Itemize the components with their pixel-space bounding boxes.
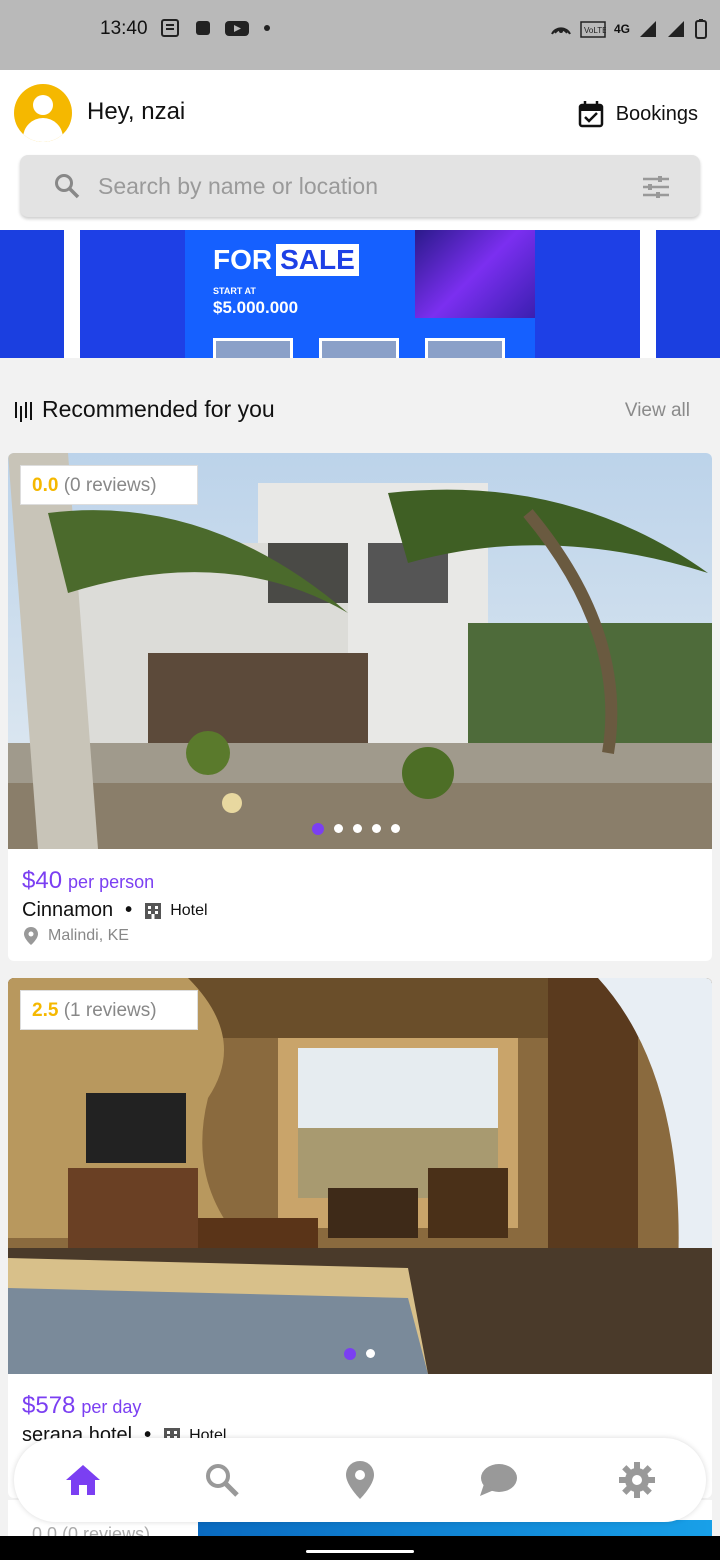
nav-settings[interactable] xyxy=(607,1450,667,1510)
banner-price: $5.000.000 xyxy=(213,298,299,317)
villa-photo xyxy=(8,453,712,849)
signal-icon-2 xyxy=(668,21,684,37)
hotel-icon xyxy=(145,902,162,919)
photo-pagination xyxy=(312,823,400,835)
search-icon xyxy=(55,174,80,199)
search-placeholder: Search by name or location xyxy=(98,173,378,199)
chat-bubble-icon xyxy=(480,1464,518,1496)
nav-search[interactable] xyxy=(192,1450,252,1510)
listing-location: Malindi, KE xyxy=(48,927,129,944)
app-header: Hey, nzai Bookings Search by name or loc… xyxy=(0,70,720,230)
svg-text:VoLTE: VoLTE xyxy=(584,26,606,35)
page-dot-active[interactable] xyxy=(312,823,324,835)
rating-reviews: (1 reviews) xyxy=(63,1000,157,1021)
nav-messages[interactable] xyxy=(468,1450,528,1510)
status-bar: 13:40 VoLTE 4G xyxy=(0,0,720,70)
banner-headline-highlight: SALE xyxy=(276,244,359,276)
signal-icon xyxy=(640,21,656,37)
price-row: $40 per person xyxy=(22,867,154,895)
banner-pool-image xyxy=(415,230,535,318)
listing-type: Hotel xyxy=(144,901,208,920)
page-dot[interactable] xyxy=(366,1349,375,1358)
gear-icon xyxy=(618,1462,655,1498)
banner-left-peek[interactable] xyxy=(0,230,64,358)
nav-home[interactable] xyxy=(53,1450,113,1510)
banner-thumb-2 xyxy=(319,338,399,358)
calendar-check-icon xyxy=(578,101,603,128)
location-pin-icon xyxy=(345,1461,374,1499)
gesture-handle[interactable] xyxy=(306,1550,414,1553)
banner-thumb-3 xyxy=(425,338,505,358)
listing-type-label: Hotel xyxy=(170,901,208,919)
name-row: Cinnamon • Hotel xyxy=(22,899,208,922)
volte-icon: VoLTE xyxy=(580,21,606,38)
page-dot-active[interactable] xyxy=(344,1348,356,1360)
promo-carousel[interactable]: FOR SALE START AT $5.000.000 xyxy=(0,230,720,358)
listing-photo[interactable]: 0.0 (0 reviews) xyxy=(8,453,712,849)
recommended-title: Recommended for you xyxy=(42,396,275,422)
banner-thumb-1 xyxy=(213,338,293,358)
banner-headline-word: FOR xyxy=(213,244,273,275)
banner-main[interactable]: FOR SALE START AT $5.000.000 xyxy=(80,230,640,358)
banner-start-at: START AT xyxy=(213,286,256,296)
nav-map[interactable] xyxy=(330,1450,390,1510)
price-unit: per person xyxy=(68,872,155,892)
news-icon xyxy=(161,19,179,37)
youtube-icon xyxy=(225,21,249,36)
avatar-body xyxy=(23,118,63,142)
notification-icons xyxy=(160,18,272,38)
system-nav-bar xyxy=(0,1536,720,1560)
battery-icon xyxy=(695,19,707,39)
bookings-label: Bookings xyxy=(615,102,698,125)
hotel-room-photo xyxy=(8,978,712,1374)
price-value: $578 xyxy=(22,1392,76,1419)
view-all-link[interactable]: View all xyxy=(625,400,690,422)
price-row: $578 per day xyxy=(22,1392,141,1420)
system-icons: VoLTE 4G xyxy=(550,18,708,40)
bars-icon xyxy=(15,401,32,422)
separator-dot: • xyxy=(125,899,133,921)
search-icon xyxy=(205,1464,239,1497)
banner-headline: FOR SALE xyxy=(213,244,359,276)
banner-right-peek[interactable] xyxy=(656,230,720,358)
bottom-nav xyxy=(14,1438,706,1522)
location-pin-icon xyxy=(24,927,38,945)
home-icon xyxy=(66,1465,101,1495)
rating-score: 2.5 xyxy=(32,1000,59,1021)
hotspot-icon xyxy=(551,27,571,35)
rating-reviews: (0 reviews) xyxy=(63,475,157,496)
page-dot[interactable] xyxy=(334,824,343,833)
page-dot[interactable] xyxy=(353,824,362,833)
network-label: 4G xyxy=(613,22,630,36)
filter-icon[interactable] xyxy=(642,175,670,199)
recommended-heading: Recommended for you xyxy=(14,396,275,423)
location-row: Malindi, KE xyxy=(24,927,129,945)
rating-score: 0.0 xyxy=(32,475,59,496)
avatar[interactable] xyxy=(14,84,72,142)
listing-photo[interactable]: 2.5 (1 reviews) xyxy=(8,978,712,1374)
photo-pagination xyxy=(344,1348,375,1360)
dot-icon xyxy=(264,25,270,31)
listing-name: Cinnamon xyxy=(22,899,114,921)
page-dot[interactable] xyxy=(391,824,400,833)
page-dot[interactable] xyxy=(372,824,381,833)
rating-badge: 2.5 (1 reviews) xyxy=(20,990,198,1030)
price-unit: per day xyxy=(81,1397,142,1417)
rating-badge: 0.0 (0 reviews) xyxy=(20,465,198,505)
listing-card[interactable]: 0.0 (0 reviews) $40 per person Cinnamon •… xyxy=(8,453,712,961)
bookings-button[interactable]: Bookings xyxy=(578,100,698,128)
search-bar[interactable]: Search by name or location xyxy=(20,155,700,217)
greeting-text: Hey, nzai xyxy=(87,98,186,125)
banner-poster: FOR SALE START AT $5.000.000 xyxy=(185,230,535,358)
price-value: $40 xyxy=(22,867,63,894)
listing-card[interactable]: 2.5 (1 reviews) $578 per day serana hotel… xyxy=(8,978,712,1498)
square-icon xyxy=(196,21,210,35)
status-time: 13:40 xyxy=(100,18,148,39)
avatar-head xyxy=(33,95,53,115)
